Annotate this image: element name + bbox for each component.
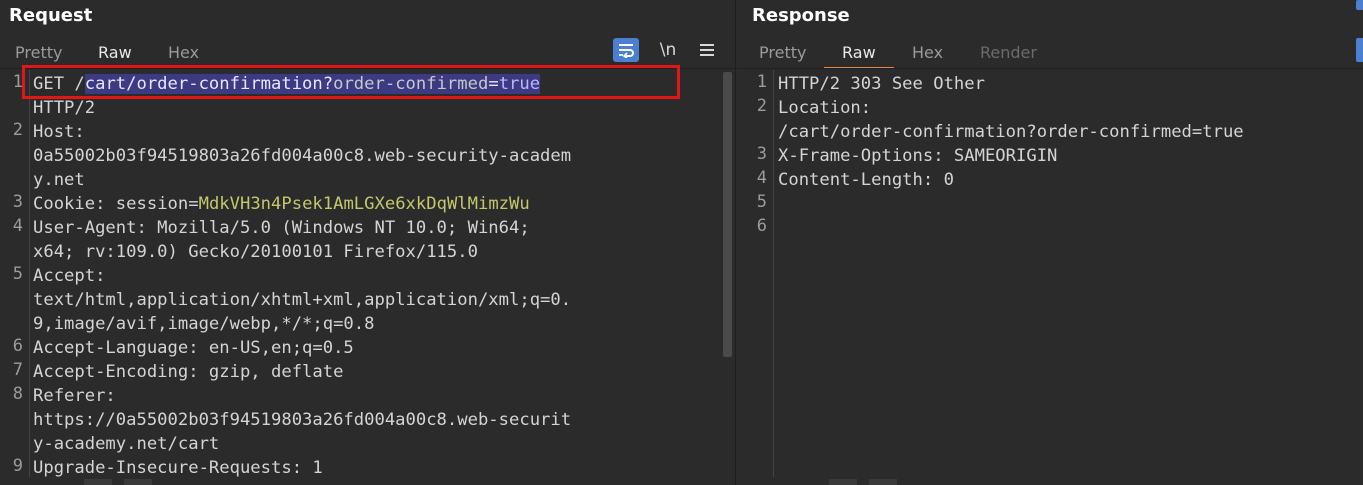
code-token: Referer: [33, 386, 127, 406]
request-line-gutter: 1 2 3 4 5 6 7 8 9 [0, 70, 30, 477]
tab-hex[interactable]: Hex [912, 42, 943, 68]
code-line: Host: [33, 120, 735, 144]
line-number: 4 [12, 216, 23, 236]
response-tabs: Pretty Raw Hex Render [737, 40, 1363, 69]
code-line: text/html,application/xhtml+xml,applicat… [33, 288, 735, 312]
tab-raw[interactable]: Raw [824, 42, 894, 69]
code-token: Cookie: [33, 194, 116, 214]
code-token: Upgrade-Insecure-Requests: 1 [33, 458, 323, 478]
code-token: https://0a55002b03f94519803a26fd004a00c8… [33, 410, 572, 430]
code-line: Accept-Language: en-US,en;q=0.5 [33, 336, 735, 360]
line-number: 5 [756, 192, 767, 212]
code-line: https://0a55002b03f94519803a26fd004a00c8… [33, 408, 735, 432]
request-editor[interactable]: 1 2 3 4 5 6 7 8 9 GET /cart/order-confirmation?o… [0, 70, 735, 480]
request-title: Request [9, 5, 93, 26]
code-line: Accept: [33, 264, 735, 288]
line-number: 7 [12, 360, 23, 380]
response-raw-text[interactable]: HTTP/2 303 See Other Location: /cart/orde… [778, 72, 1363, 240]
code-token: Accept-Language: en-US,en;q=0.5 [33, 338, 354, 358]
request-pane: Request Pretty Raw Hex \n 1 2 3 4 5 6 7 8 9 GET … [0, 0, 736, 485]
code-token: User-Agent: Mozilla/5.0 (Windows NT 10.0… [33, 218, 530, 238]
line-number: 8 [12, 384, 23, 404]
code-token: Accept-Encoding: gzip, deflate [33, 362, 344, 382]
code-line: 0a55002b03f94519803a26fd004a00c8.web-sec… [33, 144, 735, 168]
code-token: x64; rv:109.0) Gecko/20100101 Firefox/11… [33, 242, 478, 262]
code-token: text/html,application/xhtml+xml,applicat… [33, 290, 572, 310]
request-scrollbar[interactable] [722, 72, 733, 473]
code-token: = [188, 194, 199, 214]
tab-render[interactable]: Render [980, 42, 1037, 68]
code-token: cart/order-confirmation? [84, 74, 334, 94]
code-line: HTTP/2 [33, 96, 735, 120]
code-token: Content-Length: 0 [778, 170, 954, 190]
code-line: /cart/order-confirmation?order-confirmed… [778, 120, 1363, 144]
code-line: Location: [778, 96, 1363, 120]
text-wrap-button[interactable] [1356, 38, 1363, 62]
code-token: = [488, 74, 499, 94]
line-number: 1 [12, 72, 23, 92]
tab-pretty[interactable]: Pretty [15, 42, 62, 68]
code-token: Host: [33, 122, 96, 142]
code-token: HTTP/2 303 See Other [778, 74, 985, 94]
request-scrollbar-thumb[interactable] [723, 72, 732, 357]
code-token: y.net [33, 170, 85, 190]
tab-raw[interactable]: Raw [80, 42, 150, 69]
code-line: Accept-Encoding: gzip, deflate [33, 360, 735, 384]
code-line: 9,image/avif,image/webp,*/*;q=0.8 [33, 312, 735, 336]
selected-text: cart/order-confirmation?order-confirmed=… [84, 74, 541, 94]
line-number: 6 [12, 336, 23, 356]
line-number: 1 [756, 72, 767, 92]
line-number: 5 [12, 264, 23, 284]
response-title: Response [752, 5, 850, 26]
code-line: HTTP/2 303 See Other [778, 72, 1363, 96]
toolbar-badge[interactable] [1356, 0, 1363, 10]
code-token: X-Frame-Options: SAMEORIGIN [778, 146, 1058, 166]
code-line: User-Agent: Mozilla/5.0 (Windows NT 10.0… [33, 216, 735, 240]
code-line: y-academy.net/cart [33, 432, 735, 456]
hamburger-menu-icon [700, 44, 714, 56]
code-token: /cart/order-confirmation?order-confirmed… [778, 122, 1244, 142]
code-line: x64; rv:109.0) Gecko/20100101 Firefox/11… [33, 240, 735, 264]
line-number: 2 [756, 96, 767, 116]
code-line: Referer: [33, 384, 735, 408]
code-token: MdkVH3n4Psek1AmLGXe6xkDqWlMimzWu [198, 194, 530, 214]
line-number: 4 [756, 168, 767, 188]
line-number: 6 [756, 216, 767, 236]
code-line: X-Frame-Options: SAMEORIGIN [778, 144, 1363, 168]
code-line: Cookie: session=MdkVH3n4Psek1AmLGXe6xkDq… [33, 192, 735, 216]
code-token: session [115, 194, 189, 214]
code-token: 9,image/avif,image/webp,*/*;q=0.8 [33, 314, 375, 334]
text-wrap-button[interactable] [613, 38, 639, 62]
line-number: 3 [756, 144, 767, 164]
code-line: GET /cart/order-confirmation?order-confi… [33, 72, 735, 96]
pane-menu-button[interactable] [694, 38, 720, 62]
code-token: order-confirmed [333, 74, 489, 94]
code-token: HTTP/2 [33, 98, 96, 118]
code-token: y-academy.net/cart [33, 434, 220, 454]
code-token: GET / [33, 74, 85, 94]
code-line: Content-Length: 0 [778, 168, 1363, 192]
code-token: true [498, 74, 541, 94]
request-raw-text[interactable]: GET /cart/order-confirmation?order-confi… [33, 72, 735, 480]
text-wrap-icon [619, 44, 634, 58]
line-number: 3 [12, 192, 23, 212]
code-line: Upgrade-Insecure-Requests: 1 [33, 456, 735, 480]
line-number: 9 [12, 456, 23, 476]
show-newlines-button[interactable]: \n [655, 38, 681, 62]
response-line-gutter: 1 2 3 4 5 6 [737, 70, 774, 477]
code-token: Accept: [33, 266, 116, 286]
response-editor[interactable]: 1 2 3 4 5 6 HTTP/2 303 See Other Location: /ca… [737, 70, 1363, 477]
line-number: 2 [12, 120, 23, 140]
code-token: 0a55002b03f94519803a26fd004a00c8.web-sec… [33, 146, 572, 166]
code-line: y.net [33, 168, 735, 192]
tab-hex[interactable]: Hex [168, 42, 199, 68]
tab-pretty[interactable]: Pretty [759, 42, 806, 68]
code-token: Location: [778, 98, 882, 118]
response-pane: Response Pretty Raw Hex Render 1 2 3 4 5 6 HT… [737, 0, 1363, 485]
